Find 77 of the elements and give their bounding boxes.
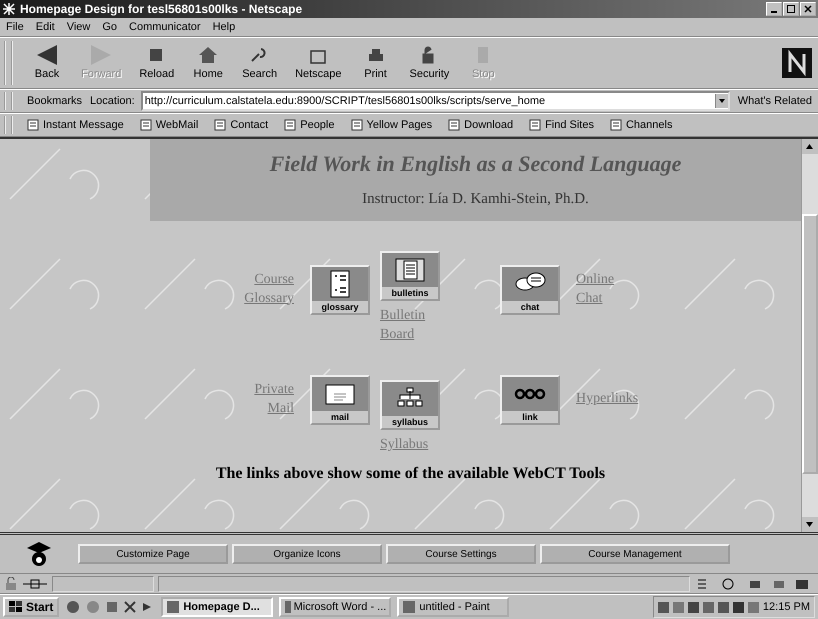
- tool-icon: [393, 256, 427, 284]
- taskbar-button[interactable]: Homepage D...: [161, 597, 274, 618]
- maximize-button[interactable]: [783, 2, 799, 16]
- toolbar-button[interactable]: Home: [186, 43, 230, 82]
- minimize-button[interactable]: [766, 2, 782, 16]
- tray-icon[interactable]: [732, 602, 744, 613]
- bookmark-icon: [448, 118, 460, 131]
- maximize-icon: [787, 4, 795, 13]
- windows-logo-icon: [9, 601, 23, 614]
- tool-icon-button[interactable]: bulletins: [380, 250, 440, 301]
- bookmarks-button[interactable]: Bookmarks: [25, 94, 84, 107]
- dropdown-icon: [714, 94, 728, 108]
- menu-item[interactable]: Edit: [36, 20, 55, 33]
- menu-item[interactable]: File: [6, 20, 24, 33]
- toolbar-icon: [197, 45, 220, 66]
- toolbar-grip[interactable]: [4, 116, 13, 134]
- bookmark-icon: [350, 118, 362, 131]
- close-button[interactable]: [800, 2, 816, 16]
- menu-item[interactable]: Communicator: [129, 20, 201, 33]
- whats-related-button[interactable]: What's Related: [736, 94, 814, 107]
- url-field[interactable]: http://curriculum.calstatela.edu:8900/SCRIPT/tesl56801s00lks/scripts/serve_home: [140, 90, 730, 111]
- clock: 12:15 PM: [762, 601, 810, 614]
- menu-item[interactable]: Help: [212, 20, 236, 33]
- toolbar-button[interactable]: Print: [354, 43, 398, 82]
- toolbar-button[interactable]: Search: [236, 43, 284, 82]
- toolbar-button[interactable]: Reload: [133, 43, 180, 82]
- personal-toolbar-button[interactable]: Find Sites: [527, 118, 596, 131]
- course-button[interactable]: Customize Page: [78, 544, 228, 564]
- app-icon: [402, 600, 416, 614]
- tool-icon-button[interactable]: mail: [310, 374, 370, 425]
- bookmark-icon: [529, 118, 542, 131]
- personal-toolbar-button[interactable]: Instant Message: [25, 118, 126, 131]
- tray-icon[interactable]: [688, 602, 699, 613]
- personal-toolbar-button[interactable]: Channels: [608, 118, 674, 131]
- personal-toolbar-button[interactable]: WebMail: [138, 118, 200, 131]
- menu-item[interactable]: Go: [102, 20, 118, 33]
- minimize-icon: [771, 10, 777, 13]
- personal-toolbar-button[interactable]: Contact: [212, 118, 270, 131]
- personal-toolbar-button[interactable]: Yellow Pages: [348, 118, 434, 131]
- taskbar-button[interactable]: untitled - Paint: [397, 597, 510, 618]
- bookmark-icon: [140, 118, 152, 131]
- toolbar-button[interactable]: Security: [404, 43, 456, 82]
- bookmark-icon: [610, 118, 622, 131]
- tool-icon-button[interactable]: syllabus: [380, 380, 440, 430]
- instructor-name: Instructor: Lía D. Kamhi-Stein, Ph.D.: [362, 190, 589, 208]
- personal-toolbar-button[interactable]: Download: [446, 118, 516, 131]
- menu-item[interactable]: View: [66, 20, 90, 33]
- course-button[interactable]: Organize Icons: [232, 544, 382, 564]
- personal-toolbar-button[interactable]: People: [282, 118, 336, 131]
- tray-icon[interactable]: [658, 602, 669, 613]
- tool-icon-button[interactable]: chat: [500, 264, 560, 315]
- tools-note: The links above show some of the available WebCT Tools: [214, 464, 606, 483]
- scrollbar[interactable]: [801, 138, 818, 532]
- tray-icon[interactable]: [718, 602, 729, 613]
- window-title: Homepage Design for tesl56801s00lks - Netscape: [20, 2, 304, 16]
- toolbar-grip[interactable]: [4, 40, 13, 85]
- connection-icon: [22, 576, 48, 591]
- bookmark-icon: [27, 118, 39, 131]
- bookmark-icon: [214, 118, 226, 131]
- tool-icon-button[interactable]: link: [500, 374, 560, 425]
- course-title: Field Work in English as a Second Language: [270, 151, 682, 178]
- taskbar-button[interactable]: Microsoft Word - ...: [279, 597, 392, 618]
- toolbar-icon: [36, 45, 58, 66]
- location-label: Location:: [90, 94, 135, 107]
- app-icon: [166, 600, 180, 614]
- app-icon: [284, 600, 291, 614]
- course-button[interactable]: Course Settings: [386, 544, 536, 564]
- tool-icon-button[interactable]: glossary: [310, 264, 370, 315]
- toolbar-button[interactable]: Back: [25, 43, 69, 82]
- lock-icon: [4, 576, 18, 591]
- toolbar-button[interactable]: Netscape: [289, 43, 348, 82]
- course-button[interactable]: Course Management: [540, 544, 730, 564]
- bookmark-icon: [284, 118, 296, 131]
- toolbar-grip[interactable]: [4, 92, 13, 110]
- start-button[interactable]: Start: [3, 597, 60, 618]
- close-icon: [804, 4, 812, 13]
- tray-icon[interactable]: [702, 602, 714, 613]
